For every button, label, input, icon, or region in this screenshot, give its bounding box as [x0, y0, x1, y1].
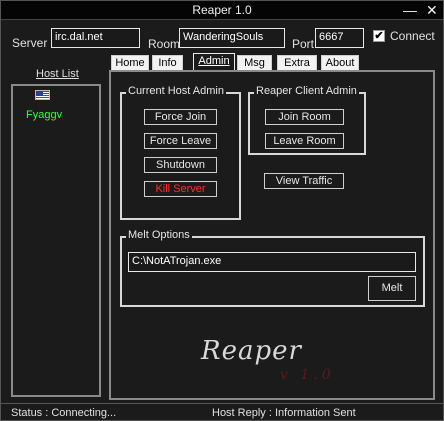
- host-list-item[interactable]: Fyaggv: [26, 109, 62, 121]
- reaper-client-admin-title: Reaper Client Admin: [254, 85, 359, 97]
- connection-status: Status : Connecting...: [11, 407, 117, 419]
- force-join-button[interactable]: Force Join: [144, 109, 217, 125]
- leave-room-button[interactable]: Leave Room: [265, 133, 344, 149]
- current-host-admin-title: Current Host Admin: [126, 85, 226, 97]
- tab-extra[interactable]: Extra: [277, 55, 317, 71]
- server-label: Server: [12, 36, 48, 50]
- host-reply-status: Host Reply : Information Sent: [212, 407, 356, 419]
- tab-home[interactable]: Home: [111, 55, 149, 71]
- tab-info[interactable]: Info: [152, 55, 183, 71]
- minimize-icon[interactable]: —: [403, 2, 417, 18]
- title-bar: Reaper 1.0 — ✕: [1, 1, 443, 20]
- shutdown-button[interactable]: Shutdown: [144, 157, 217, 173]
- view-traffic-button[interactable]: View Traffic: [264, 173, 344, 189]
- tab-about[interactable]: About: [321, 55, 359, 71]
- connect-checkbox[interactable]: ✔: [373, 30, 385, 42]
- melt-options-title: Melt Options: [126, 229, 192, 241]
- kill-server-button[interactable]: Kill Server: [144, 181, 217, 197]
- port-label: Port: [292, 37, 315, 51]
- close-icon[interactable]: ✕: [426, 2, 438, 18]
- melt-button[interactable]: Melt: [368, 276, 416, 301]
- join-room-button[interactable]: Join Room: [265, 109, 344, 125]
- tab-admin[interactable]: Admin: [193, 53, 235, 71]
- force-leave-button[interactable]: Force Leave: [144, 133, 217, 149]
- connect-label: Connect: [390, 29, 435, 43]
- reaper-version-logo: v 1.0: [280, 367, 335, 383]
- port-input[interactable]: 6667: [315, 28, 364, 48]
- host-list-panel[interactable]: [11, 84, 101, 397]
- reaper-logo: Reaper: [201, 336, 302, 366]
- server-input[interactable]: irc.dal.net: [51, 28, 140, 48]
- host-list-label: Host List: [36, 68, 79, 80]
- melt-path-input[interactable]: C:\NotATrojan.exe: [128, 252, 416, 272]
- window-title: Reaper 1.0: [192, 3, 252, 17]
- room-input[interactable]: WanderingSouls: [179, 28, 285, 48]
- us-flag-icon[interactable]: [35, 90, 50, 100]
- status-bar: Status : Connecting... Host Reply : Info…: [1, 403, 443, 420]
- room-label: Room: [148, 37, 181, 51]
- reaper-window: Reaper 1.0 — ✕ Server irc.dal.net Room W…: [0, 0, 444, 421]
- tab-msg[interactable]: Msg: [237, 55, 272, 71]
